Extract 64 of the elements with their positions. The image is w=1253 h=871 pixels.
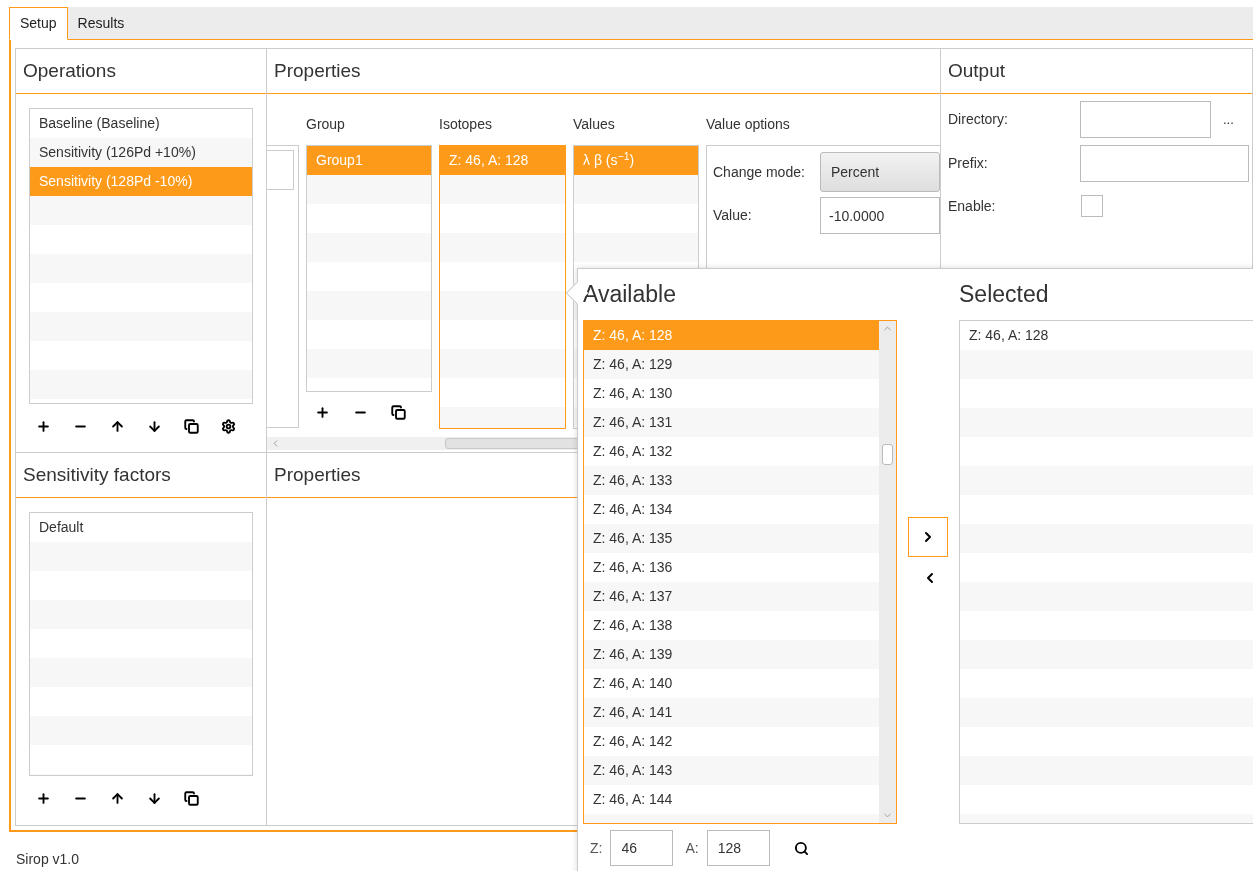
input-field[interactable]: 46 bbox=[610, 830, 674, 866]
list-item[interactable]: Z: 46, A: 142 bbox=[584, 727, 879, 756]
status-text: Sirop v1.0 bbox=[16, 850, 80, 869]
list-item[interactable]: Z: 46, A: 134 bbox=[584, 495, 879, 524]
add-icon[interactable] bbox=[35, 790, 51, 806]
list-item[interactable]: Z: 46, A: 141 bbox=[584, 698, 879, 727]
list-item[interactable]: Z: 46, A: 140 bbox=[584, 669, 879, 698]
panel-title: Properties bbox=[274, 462, 361, 487]
panel-title: Output bbox=[948, 58, 1006, 83]
list-item[interactable]: Z: 46, A: 132 bbox=[584, 437, 879, 466]
panel-title: Available bbox=[583, 280, 677, 309]
list-item[interactable]: Z: 46, A: 133 bbox=[584, 466, 879, 495]
vertical-scrollbar[interactable] bbox=[879, 321, 896, 823]
input-field[interactable]: -10.0000 bbox=[820, 197, 940, 234]
list-item[interactable]: Z: 46, A: 139 bbox=[584, 640, 879, 669]
input-field[interactable] bbox=[267, 150, 294, 190]
field-label: Directory: bbox=[948, 110, 1009, 129]
list-item[interactable]: Sensitivity (126Pd +10%) bbox=[30, 138, 252, 167]
list-item[interactable]: Z: 46, A: 128 bbox=[960, 321, 1253, 350]
add-icon[interactable] bbox=[314, 404, 330, 420]
list-item[interactable]: Baseline (Baseline) bbox=[30, 109, 252, 138]
input-field[interactable]: 128 bbox=[706, 830, 770, 866]
tab[interactable]: Results bbox=[67, 7, 135, 40]
list-item[interactable]: Z: 46, A: 144 bbox=[584, 785, 879, 814]
list-item[interactable]: Z: 46, A: 138 bbox=[584, 611, 879, 640]
list-item[interactable]: Z: 46, A: 129 bbox=[584, 350, 879, 379]
tab[interactable]: Setup bbox=[9, 7, 68, 40]
list-item[interactable]: Default bbox=[30, 513, 252, 542]
move-down-icon[interactable] bbox=[146, 790, 162, 806]
column-header: Group bbox=[306, 115, 346, 134]
panel-title: Selected bbox=[959, 280, 1050, 309]
list-item[interactable]: Z: 46, A: 136 bbox=[584, 553, 879, 582]
list-item[interactable]: Z: 46, A: 130 bbox=[584, 379, 879, 408]
copy-icon[interactable] bbox=[183, 790, 199, 806]
column-header: Values bbox=[573, 115, 616, 134]
input-field[interactable] bbox=[1080, 145, 1249, 182]
checkbox[interactable] bbox=[1081, 195, 1103, 217]
list-item[interactable]: Z: 46, A: 143 bbox=[584, 756, 879, 785]
column-header: Isotopes bbox=[439, 115, 493, 134]
field-label: Change mode: bbox=[713, 162, 806, 182]
move-up-icon[interactable] bbox=[109, 418, 125, 434]
panel-title: Properties bbox=[274, 58, 361, 83]
column-header: Value options bbox=[706, 115, 791, 134]
dropdown[interactable]: Percent bbox=[820, 152, 940, 192]
field-label: Prefix: bbox=[948, 154, 989, 173]
list-item[interactable]: Z: 46, A: 135 bbox=[584, 524, 879, 553]
field-label: Value: bbox=[713, 206, 753, 225]
move-up-icon[interactable] bbox=[109, 790, 125, 806]
copy-icon[interactable] bbox=[183, 418, 199, 434]
list-item[interactable]: Z: 46, A: 131 bbox=[584, 408, 879, 437]
move-down-icon[interactable] bbox=[146, 418, 162, 434]
field-label: Z: bbox=[590, 838, 603, 858]
input-field[interactable] bbox=[1080, 101, 1211, 138]
scrollbar-thumb[interactable] bbox=[882, 444, 893, 465]
field-label: A: bbox=[685, 838, 699, 858]
copy-icon[interactable] bbox=[390, 404, 406, 420]
search-icon[interactable] bbox=[793, 840, 809, 856]
settings-icon[interactable] bbox=[220, 418, 236, 434]
panel-title: Operations bbox=[23, 58, 116, 83]
panel-title: Sensitivity factors bbox=[23, 462, 171, 487]
add-icon[interactable] bbox=[35, 418, 51, 434]
field-label: Enable: bbox=[948, 196, 997, 216]
list-item[interactable]: Z: 46, A: 137 bbox=[584, 582, 879, 611]
browse-button[interactable]: ... bbox=[1223, 109, 1234, 130]
